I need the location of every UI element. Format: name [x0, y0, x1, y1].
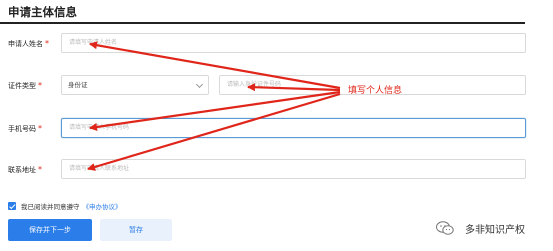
phone-label: 手机号码 *: [8, 124, 42, 134]
id-type-selected-value: 身份证: [68, 81, 88, 89]
save-and-next-button[interactable]: 保存并下一步: [8, 219, 92, 241]
title-divider: [0, 22, 525, 24]
agreement-link[interactable]: 《申办协议》: [83, 201, 122, 211]
applicant-name-input[interactable]: 请填写申请人姓名: [61, 33, 526, 53]
id-type-label-text: 证件类型: [8, 82, 36, 90]
watermark-text: 多非知识产权: [465, 224, 525, 236]
save-draft-button[interactable]: 暂存: [100, 219, 172, 241]
wechat-icon: [436, 221, 454, 235]
id-type-select[interactable]: 身份证: [61, 75, 209, 95]
id-type-label: 证件类型 *: [8, 81, 42, 91]
required-mark: *: [38, 81, 42, 90]
required-mark: *: [38, 124, 42, 133]
required-mark: *: [45, 39, 49, 48]
annotation-label: 填写个人信息: [348, 86, 403, 96]
required-mark: *: [38, 165, 42, 174]
address-label-text: 联系地址: [8, 166, 36, 174]
name-label: 申请人姓名 *: [8, 39, 49, 49]
watermark: 多非知识产权: [435, 218, 525, 238]
address-input[interactable]: 请填写申请人联系地址: [61, 159, 526, 179]
phone-input[interactable]: 请填写申请人手机号码: [61, 118, 526, 138]
section-title: 申请主体信息: [8, 5, 77, 19]
agreement-row: 我已阅读并同意遵守 《申办协议》: [8, 201, 122, 211]
address-label: 联系地址 *: [8, 165, 42, 175]
agreement-text: 我已阅读并同意遵守: [21, 203, 80, 211]
name-label-text: 申请人姓名: [8, 40, 43, 48]
agreement-checkbox[interactable]: [8, 202, 16, 210]
phone-label-text: 手机号码: [8, 125, 36, 133]
chevron-down-icon: [195, 80, 204, 89]
